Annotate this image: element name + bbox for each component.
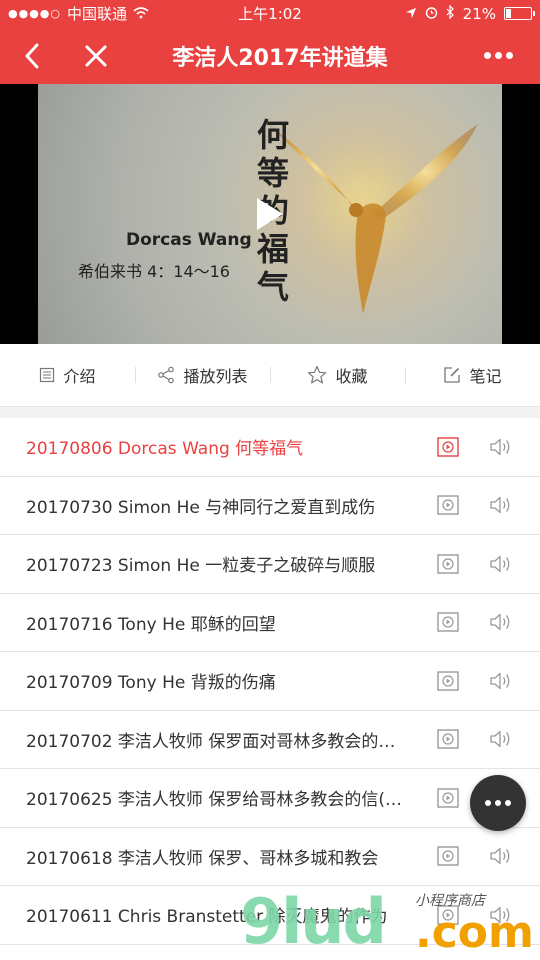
- bluetooth-icon: [446, 4, 455, 23]
- audio-speaker-icon[interactable]: [488, 436, 514, 458]
- battery-icon: [504, 7, 535, 20]
- list-item[interactable]: 20170723 Simon He 一粒麦子之破碎与顺服: [0, 535, 540, 594]
- more-dot-icon: [505, 800, 511, 806]
- carrier-label: 中国联通: [67, 5, 128, 23]
- list-item[interactable]: 20170709 Tony He 背叛的伤痛: [0, 652, 540, 711]
- more-dot-icon: [483, 52, 491, 59]
- video-play-icon[interactable]: [436, 553, 460, 575]
- video-play-icon[interactable]: [436, 611, 460, 633]
- star-icon: [308, 365, 327, 384]
- video-play-icon[interactable]: [436, 845, 460, 867]
- video-play-icon[interactable]: [436, 436, 460, 458]
- alarm-icon: [425, 5, 438, 23]
- more-dot-icon: [485, 800, 491, 806]
- status-bar: ●●●●○ 中国联通 上午1:02 21%: [0, 0, 540, 27]
- list-item-label: 20170723 Simon He 一粒麦子之破碎与顺服: [26, 556, 376, 577]
- tab-playlist[interactable]: 播放列表: [135, 363, 270, 387]
- audio-speaker-icon[interactable]: [488, 728, 514, 750]
- location-icon: [405, 5, 417, 23]
- video-play-icon[interactable]: [436, 670, 460, 692]
- floating-more-button[interactable]: [470, 775, 526, 831]
- back-button[interactable]: [0, 27, 64, 84]
- edit-icon: [444, 367, 461, 383]
- list-item-label: 20170806 Dorcas Wang 何等福气: [26, 439, 304, 460]
- video-play-icon[interactable]: [436, 728, 460, 750]
- chevron-left-icon: [25, 43, 39, 68]
- list-item[interactable]: 20170625 李洁人牧师 保罗给哥林多教会的信(…: [0, 769, 540, 828]
- list-item[interactable]: 20170618 李洁人牧师 保罗、哥林多城和教会: [0, 828, 540, 886]
- video-player[interactable]: 何等的福气 Dorcas Wang 希伯来书 4：14〜16: [0, 84, 540, 344]
- battery-percent: 21%: [462, 4, 496, 23]
- list-item[interactable]: 20170716 Tony He 耶稣的回望: [0, 594, 540, 652]
- tab-notes[interactable]: 笔记: [405, 363, 540, 387]
- audio-speaker-icon[interactable]: [488, 611, 514, 633]
- list-item[interactable]: 20170702 李洁人牧师 保罗面对哥林多教会的…: [0, 711, 540, 769]
- watermark-brand: 9lud: [240, 885, 387, 958]
- list-item[interactable]: 20170730 Simon He 与神同行之爱直到成伤: [0, 477, 540, 535]
- audio-speaker-icon[interactable]: [488, 670, 514, 692]
- list-item-label: 20170730 Simon He 与神同行之爱直到成伤: [26, 497, 376, 518]
- more-dot-icon: [495, 800, 501, 806]
- video-reference-text: 希伯来书 4：14〜16: [78, 262, 230, 281]
- video-author-text: Dorcas Wang: [126, 230, 252, 250]
- tab-favorite[interactable]: 收藏: [270, 363, 405, 387]
- audio-speaker-icon[interactable]: [488, 494, 514, 516]
- page-title: 李洁人2017年讲道集: [172, 45, 388, 71]
- list-item-label: 20170618 李洁人牧师 保罗、哥林多城和教会: [26, 848, 379, 869]
- more-dot-icon: [505, 52, 513, 59]
- play-icon[interactable]: [257, 198, 283, 230]
- tab-label: 播放列表: [183, 367, 248, 386]
- watermark: 9lud 小程序商店 .com: [240, 885, 540, 960]
- more-dot-icon: [494, 52, 502, 59]
- tab-bar: 介绍 播放列表 收藏 笔记: [0, 344, 540, 407]
- section-divider: [0, 407, 540, 418]
- video-play-icon[interactable]: [436, 494, 460, 516]
- tab-label: 介绍: [63, 367, 96, 386]
- close-button[interactable]: [64, 27, 128, 84]
- list-item-label: 20170625 李洁人牧师 保罗给哥林多教会的信(…: [26, 790, 402, 811]
- more-menu-button[interactable]: [466, 27, 530, 84]
- share-icon: [158, 366, 175, 384]
- list-item-label: 20170709 Tony He 背叛的伤痛: [26, 673, 276, 694]
- tab-label: 笔记: [469, 367, 502, 386]
- watermark-domain: .com: [415, 907, 534, 958]
- audio-speaker-icon[interactable]: [488, 845, 514, 867]
- tab-label: 收藏: [335, 367, 368, 386]
- list-item[interactable]: 20170806 Dorcas Wang 何等福气: [0, 418, 540, 477]
- list-item-label: 20170702 李洁人牧师 保罗面对哥林多教会的…: [26, 731, 396, 752]
- tab-intro[interactable]: 介绍: [0, 363, 135, 387]
- audio-speaker-icon[interactable]: [488, 553, 514, 575]
- navigation-bar: 李洁人2017年讲道集: [0, 27, 540, 84]
- video-play-icon[interactable]: [436, 787, 460, 809]
- document-icon: [40, 367, 55, 383]
- signal-icon: ●●●●○: [8, 7, 61, 20]
- wifi-icon: [133, 5, 149, 23]
- close-icon: [85, 45, 107, 66]
- list-item-label: 20170716 Tony He 耶稣的回望: [26, 614, 276, 635]
- playlist: 20170806 Dorcas Wang 何等福气 20170730 Simon …: [0, 418, 540, 945]
